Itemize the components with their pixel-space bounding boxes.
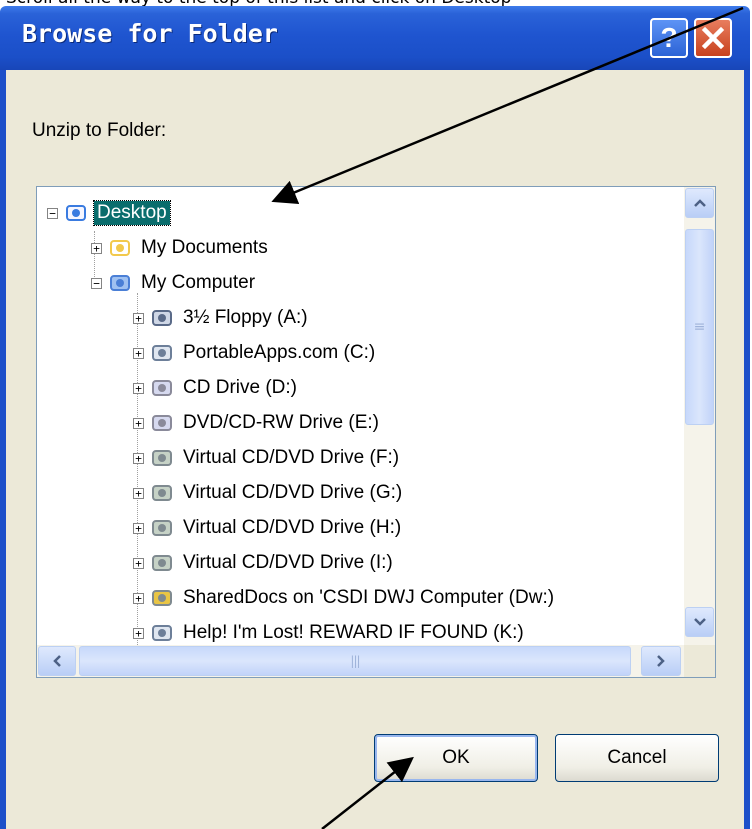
collapse-icon[interactable]: − [47,207,58,219]
floppy-drive-icon [152,310,172,326]
tree-item-label: SharedDocs on 'CSDI DWJ Computer (Dw:) [183,587,555,608]
scrollbar-corner [684,645,715,677]
expand-icon[interactable]: + [133,557,144,569]
horizontal-scroll-thumb[interactable]: ||| [79,646,631,676]
desktop-icon [66,205,86,221]
my-documents-icon [110,240,130,256]
removable-drive-icon [152,625,172,641]
chevron-down-icon [693,618,706,626]
dvd-drive-icon [152,415,172,431]
virtual-drive-icon [152,555,172,571]
tree-item[interactable]: + Virtual CD/DVD Drive (G:) [133,477,405,509]
horizontal-scrollbar[interactable]: ||| [37,645,684,677]
tree-item-label: Virtual CD/DVD Drive (H:) [183,517,402,538]
tree-item[interactable]: + SharedDocs on 'CSDI DWJ Computer (Dw:) [133,582,557,614]
cd-drive-icon [152,380,172,396]
dialog-title: Browse for Folder [22,19,278,48]
title-bar[interactable]: Browse for Folder ? [0,6,750,70]
grip-icon: ≡ [693,319,706,335]
expand-icon[interactable]: + [133,382,144,394]
grip-icon: ||| [350,654,360,668]
virtual-drive-icon [152,485,172,501]
tree-item-label: Virtual CD/DVD Drive (I:) [183,552,393,573]
tree-item[interactable]: + PortableApps.com (C:) [133,337,378,369]
vertical-scroll-thumb[interactable]: ≡ [685,229,714,425]
expand-icon[interactable]: + [133,312,144,324]
cancel-button[interactable]: Cancel [555,734,719,782]
expand-icon[interactable]: + [133,487,144,499]
expand-icon[interactable]: + [133,347,144,359]
scroll-left-button[interactable] [38,646,76,676]
tree-item[interactable]: + Virtual CD/DVD Drive (I:) [133,547,396,579]
tree-item-label: DVD/CD-RW Drive (E:) [183,412,379,433]
help-icon: ? [660,22,678,53]
tree-item-label: CD Drive (D:) [183,377,297,398]
tree-item[interactable]: − Desktop [47,197,171,229]
my-computer-icon [110,275,130,291]
close-icon [701,26,725,50]
tree-item-label: My Computer [141,272,256,293]
expand-icon[interactable]: + [133,592,144,604]
close-button[interactable] [694,18,732,58]
expand-icon[interactable]: + [133,417,144,429]
tree-item-label: Help! I'm Lost! REWARD IF FOUND (K:) [183,622,524,643]
tree-item-label: Desktop [93,200,171,226]
tree-viewport: − Desktop + My Documents − My Computer +3½ Flo… [37,187,684,645]
tree-item[interactable]: + Virtual CD/DVD Drive (F:) [133,442,402,474]
scroll-up-button[interactable] [685,188,714,218]
expand-icon[interactable]: + [133,452,144,464]
tree-item[interactable]: + Virtual CD/DVD Drive (H:) [133,512,404,544]
tree-item[interactable]: + CD Drive (D:) [133,372,300,404]
folder-tree-view[interactable]: − Desktop + My Documents − My Computer +3½ Flo… [36,186,716,678]
virtual-drive-icon [152,520,172,536]
chevron-left-icon [53,655,61,667]
expand-icon[interactable]: + [133,627,144,639]
help-button[interactable]: ? [650,18,688,58]
tree-item[interactable]: + DVD/CD-RW Drive (E:) [133,407,382,439]
portableapps-drive-icon [152,345,172,361]
tree-item[interactable]: + My Documents [91,232,271,264]
ok-button[interactable]: OK [374,734,538,782]
tree-item[interactable]: +3½ Floppy (A:) [133,302,311,334]
scroll-down-button[interactable] [685,607,714,637]
prompt-label: Unzip to Folder: [32,120,167,141]
scroll-right-button[interactable] [641,646,681,676]
tree-item-label: PortableApps.com (C:) [183,342,376,363]
chevron-right-icon [657,655,665,667]
expand-icon[interactable]: + [133,522,144,534]
chevron-up-icon [693,199,706,207]
tree-item-label: Virtual CD/DVD Drive (F:) [183,447,400,468]
window-border-right [744,70,750,829]
tree-item[interactable]: + Help! I'm Lost! REWARD IF FOUND (K:) [133,617,527,645]
tree-item[interactable]: − My Computer [91,267,258,299]
network-share-icon [152,590,172,606]
expand-icon[interactable]: + [91,242,102,254]
collapse-icon[interactable]: − [91,277,102,289]
tree-item-label: My Documents [141,237,268,258]
tree-item-label: Virtual CD/DVD Drive (G:) [183,482,403,503]
tree-item-label: 3½ Floppy (A:) [183,307,308,328]
vertical-scrollbar[interactable]: ≡ [684,187,715,645]
virtual-drive-icon [152,450,172,466]
